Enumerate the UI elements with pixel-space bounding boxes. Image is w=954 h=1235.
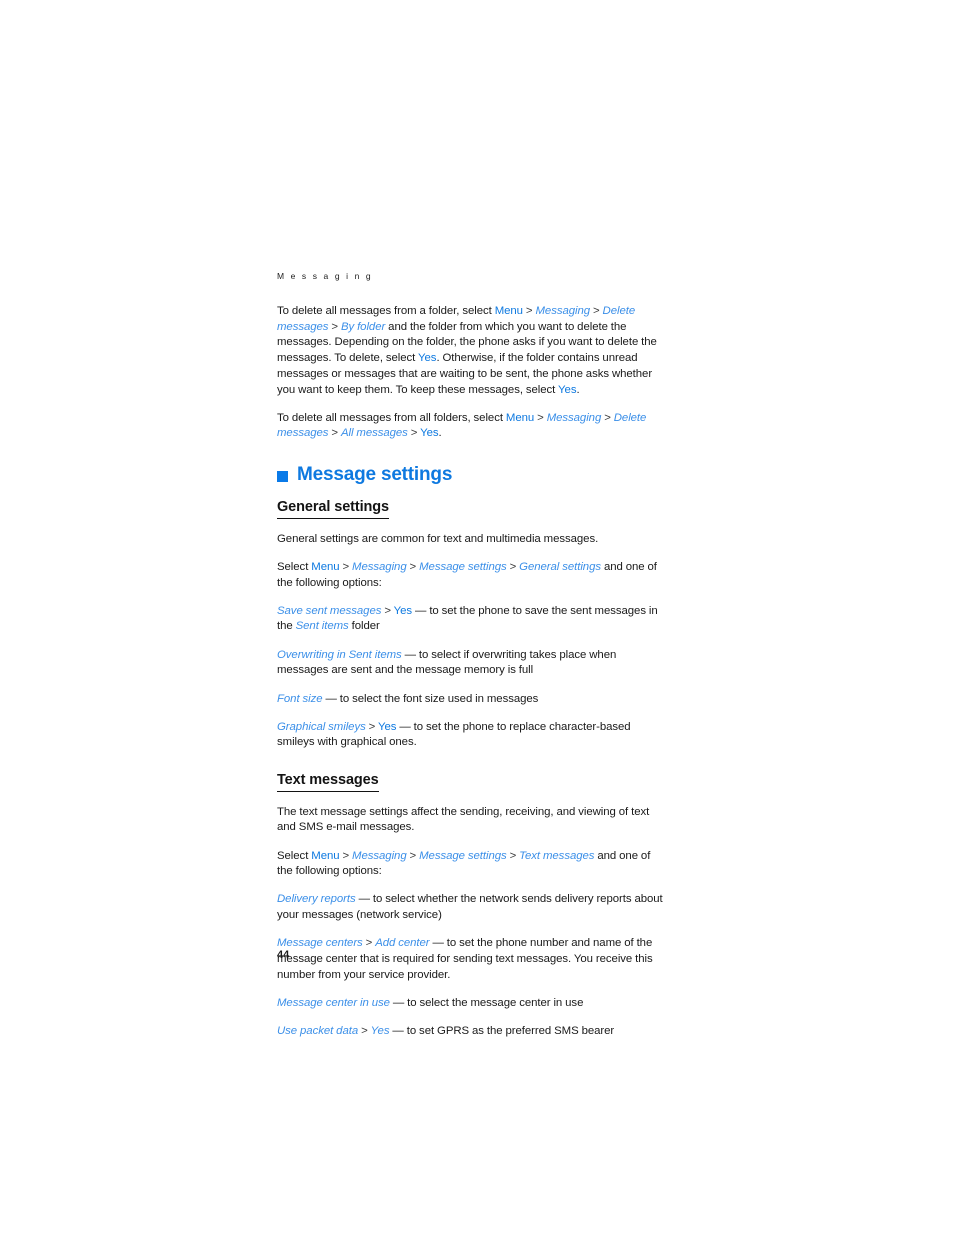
square-bullet-icon (277, 470, 288, 482)
menu-item-sent-items: Sent items (295, 620, 349, 633)
option-overwriting-in-sent-items: Overwriting in Sent items — to select if… (277, 648, 667, 679)
section-heading-label: Message settings (297, 464, 453, 486)
option-font-size: Font size — to select the font size used… (277, 692, 667, 708)
separator: > (362, 937, 376, 950)
page-number: 44 (277, 949, 290, 961)
text-fragment: . (438, 427, 442, 440)
menu-item-message-settings: Message settings (419, 849, 507, 862)
menu-item-text-messages: Text messages (519, 849, 595, 862)
option-use-packet-data: Use packet data > Yes — to set GPRS as t… (277, 1024, 667, 1040)
option-save-sent-messages: Save sent messages > Yes — to set the ph… (277, 604, 667, 635)
separator: > (381, 604, 394, 617)
subsection-heading-text-messages: Text messages (277, 771, 667, 799)
option-description: to select the font size used in messages (339, 692, 539, 705)
menu-item-general-settings: General settings (519, 560, 601, 573)
text-fragment: Select (277, 560, 312, 573)
separator: > (339, 560, 353, 573)
em-dash: — (401, 648, 419, 661)
option-label: Graphical smileys (277, 720, 366, 733)
menu-item-messaging: Messaging (546, 411, 602, 424)
option-value-yes: Yes (370, 1025, 390, 1038)
menu-item-all-messages: All messages (340, 427, 408, 440)
paragraph-general-intro: General settings are common for text and… (277, 532, 599, 545)
menu-item-messaging: Messaging (352, 560, 407, 573)
option-label: Use packet data (277, 1025, 359, 1038)
menu-item-yes: Yes (420, 427, 439, 440)
paragraph-text-messages-intro: The text message settings affect the sen… (277, 805, 650, 834)
option-value-yes: Yes (378, 720, 397, 733)
menu-key-link: Menu (311, 849, 340, 862)
text-fragment: To delete all messages from a folder, se… (277, 305, 495, 317)
option-delivery-reports: Delivery reports — to select whether the… (277, 892, 667, 923)
option-value-add-center: Add center (375, 937, 430, 950)
option-description: to select the message center in use (407, 996, 584, 1009)
em-dash: — (429, 937, 447, 950)
separator: > (339, 849, 353, 862)
separator: > (406, 560, 420, 573)
paragraph-delete-all-folders: To delete all messages from all folders,… (277, 411, 667, 442)
option-description: to set GPRS as the preferred SMS bearer (406, 1025, 615, 1038)
option-label: Overwriting in Sent items (277, 648, 402, 661)
em-dash: — (389, 1025, 407, 1038)
menu-item-yes: Yes (558, 383, 577, 396)
separator: > (534, 411, 547, 424)
subsection-heading-label: General settings (277, 498, 389, 519)
separator: > (522, 305, 536, 317)
option-label: Delivery reports (277, 893, 356, 906)
text-fragment: To delete all messages from all folders,… (277, 411, 506, 424)
option-message-center-in-use: Message center in use — to select the me… (277, 996, 667, 1012)
separator: > (358, 1025, 371, 1038)
menu-key-link: Menu (505, 411, 535, 424)
menu-item-by-folder: By folder (340, 320, 386, 333)
separator: > (365, 720, 379, 733)
menu-key-link: Menu (311, 560, 340, 573)
em-dash: — (322, 692, 340, 705)
em-dash: — (396, 720, 414, 733)
menu-item-messaging: Messaging (352, 849, 407, 862)
separator: > (328, 320, 341, 333)
menu-key-link: Menu (494, 305, 523, 317)
em-dash: — (389, 996, 408, 1009)
paragraph-delete-from-folder: To delete all messages from a folder, se… (277, 304, 667, 398)
section-heading-message-settings: Message settings (277, 464, 667, 486)
running-head: M e s s a g i n g (277, 271, 373, 281)
separator: > (506, 560, 520, 573)
em-dash: — (355, 893, 373, 906)
menu-item-messaging: Messaging (535, 305, 591, 317)
separator: > (328, 427, 341, 440)
menu-item-yes: Yes (418, 352, 437, 365)
separator: > (601, 411, 614, 424)
option-description: folder (348, 620, 380, 633)
option-label: Font size (277, 692, 323, 705)
paragraph-general-select-path: Select Menu > Messaging > Message settin… (277, 560, 667, 591)
subsection-heading-label: Text messages (277, 771, 379, 792)
separator: > (407, 427, 421, 440)
subsection-heading-general-settings: General settings (277, 498, 667, 526)
page-content: M e s s a g i n g To delete all messages… (277, 270, 667, 1052)
em-dash: — (412, 604, 430, 617)
option-label: Message center in use (277, 996, 390, 1009)
text-fragment: . (576, 383, 580, 396)
separator: > (406, 849, 420, 862)
option-message-centers: Message centers > Add center — to set th… (277, 936, 667, 983)
text-fragment: Select (277, 849, 312, 862)
separator: > (590, 305, 603, 317)
option-label: Save sent messages (277, 604, 382, 617)
option-graphical-smileys: Graphical smileys > Yes — to set the pho… (277, 720, 667, 751)
paragraph-text-messages-select-path: Select Menu > Messaging > Message settin… (277, 849, 667, 880)
option-label: Message centers (277, 937, 363, 950)
menu-item-message-settings: Message settings (419, 560, 507, 573)
option-value-yes: Yes (393, 604, 413, 617)
separator: > (506, 849, 520, 862)
